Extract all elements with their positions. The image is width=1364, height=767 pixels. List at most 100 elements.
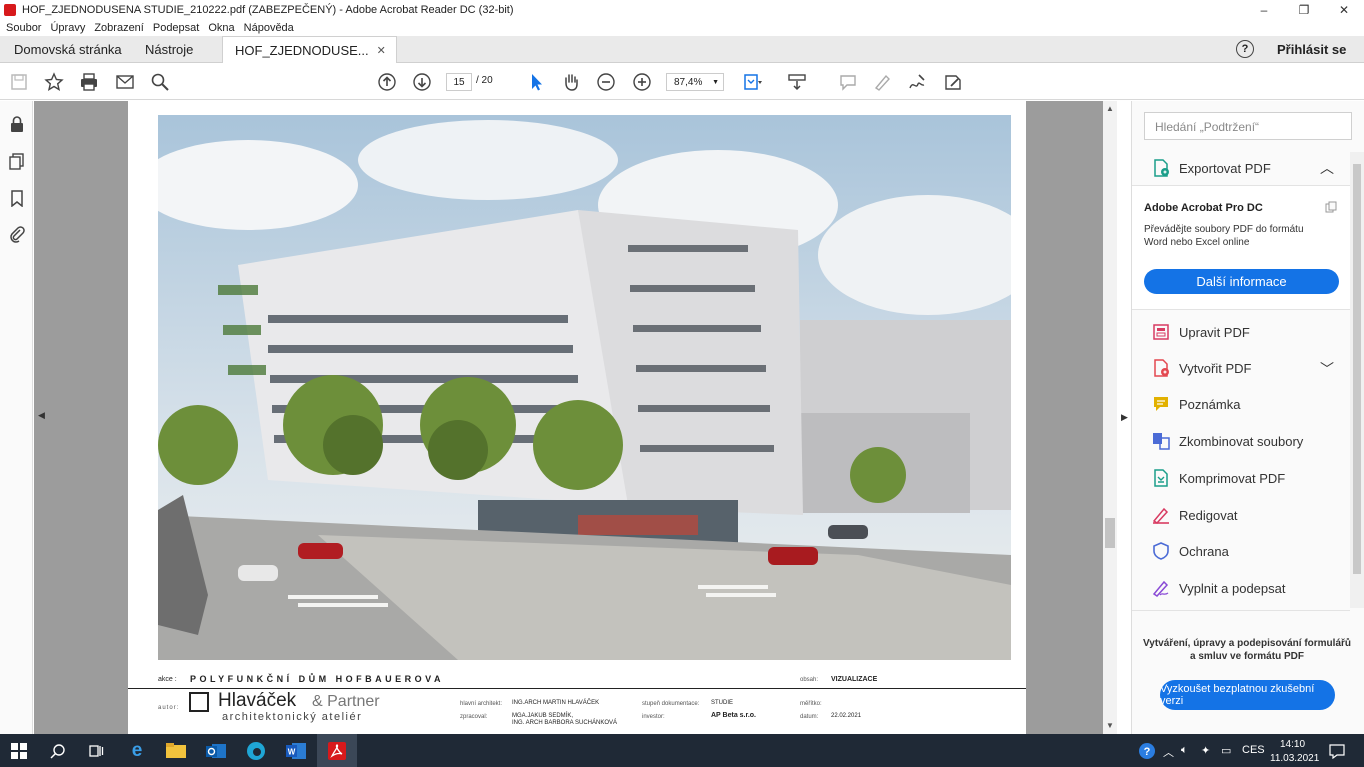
language-indicator[interactable]: CES bbox=[1242, 744, 1265, 756]
collapse-left-icon[interactable]: ◀ bbox=[38, 410, 45, 421]
menu-file[interactable]: Soubor bbox=[6, 22, 41, 34]
chevron-up-icon[interactable]: ︿ bbox=[1163, 744, 1174, 760]
clock-time[interactable]: 14:10 bbox=[1280, 739, 1305, 750]
network-icon[interactable]: ▭ bbox=[1221, 744, 1231, 757]
tools-pane-scrollbar-thumb[interactable] bbox=[1353, 164, 1361, 574]
tool-compress-pdf[interactable]: Komprimovat PDF bbox=[1151, 467, 1285, 489]
page-up-icon[interactable] bbox=[377, 72, 397, 92]
menu-help[interactable]: Nápověda bbox=[244, 22, 294, 34]
select-cursor-icon[interactable] bbox=[526, 72, 546, 92]
tool-create-pdf-label: Vytvořit PDF bbox=[1179, 360, 1252, 376]
scroll-mode-icon[interactable] bbox=[787, 72, 807, 92]
zoom-in-icon[interactable] bbox=[632, 72, 652, 92]
collapse-right-icon[interactable]: ▶ bbox=[1121, 412, 1128, 423]
comment-icon[interactable] bbox=[838, 72, 858, 92]
notifications-icon[interactable] bbox=[1326, 740, 1348, 762]
scroll-down-icon[interactable]: ▼ bbox=[1106, 721, 1114, 730]
window-title: HOF_ZJEDNODUSENA STUDIE_210222.pdf (ZABE… bbox=[22, 4, 514, 16]
print-icon[interactable] bbox=[79, 72, 99, 92]
task-view-icon[interactable] bbox=[85, 740, 107, 762]
login-button[interactable]: Přihlásit se bbox=[1277, 42, 1346, 57]
tools-pane-scrollbar[interactable] bbox=[1350, 152, 1364, 608]
export-pdf-icon bbox=[1151, 158, 1171, 178]
file-explorer-icon[interactable] bbox=[165, 740, 187, 762]
investor-label: investor: bbox=[642, 714, 665, 720]
obsah-label: obsah: bbox=[800, 677, 819, 683]
tool-compress-pdf-label: Komprimovat PDF bbox=[1179, 470, 1286, 486]
zoom-select[interactable]: 87,4% ▼ bbox=[666, 73, 724, 91]
pages-icon[interactable] bbox=[8, 152, 26, 170]
stupen-value: STUDIE bbox=[711, 700, 734, 706]
attachment-icon[interactable] bbox=[8, 225, 26, 243]
meritko-label: měřítko: bbox=[800, 701, 822, 707]
close-window-button[interactable]: ✕ bbox=[1324, 0, 1364, 20]
menu-sign[interactable]: Podepsat bbox=[153, 22, 199, 34]
tab-tools[interactable]: Nástroje bbox=[145, 36, 193, 63]
lock-icon[interactable] bbox=[8, 115, 26, 133]
more-info-button[interactable]: Další informace bbox=[1144, 269, 1339, 294]
comment-icon bbox=[1151, 394, 1171, 414]
sign-icon[interactable] bbox=[907, 72, 927, 92]
dropbox-icon[interactable]: ✦ bbox=[1201, 744, 1210, 757]
tool-edit-pdf[interactable]: Upravit PDF bbox=[1151, 321, 1250, 343]
menu-window[interactable]: Okna bbox=[208, 22, 234, 34]
outlook-icon[interactable] bbox=[205, 740, 227, 762]
tool-create-pdf[interactable]: Vytvořit PDF bbox=[1151, 357, 1251, 379]
acrobat-app-icon bbox=[4, 4, 16, 16]
tool-comment[interactable]: Poznámka bbox=[1151, 393, 1240, 415]
word-icon[interactable]: W bbox=[285, 740, 307, 762]
tool-redact[interactable]: Redigovat bbox=[1151, 504, 1238, 526]
windows-start-icon[interactable] bbox=[8, 740, 30, 762]
datum-value: 22.02.2021 bbox=[831, 713, 862, 719]
clock-date[interactable]: 11.03.2021 bbox=[1270, 753, 1319, 764]
minimize-button[interactable]: – bbox=[1244, 0, 1284, 20]
zoom-out-icon[interactable] bbox=[596, 72, 616, 92]
scroll-up-icon[interactable]: ▲ bbox=[1106, 104, 1114, 113]
chevron-down-icon[interactable]: ﹀ bbox=[1320, 359, 1334, 379]
internet-explorer-icon[interactable]: e bbox=[126, 740, 148, 762]
chevron-up-icon[interactable]: ︿ bbox=[1320, 158, 1334, 178]
tool-fill-sign[interactable]: Vyplnit a podepsat bbox=[1151, 577, 1285, 599]
bookmark-icon[interactable] bbox=[8, 189, 26, 208]
firm-name: Hlaváček bbox=[218, 690, 297, 711]
tab-home[interactable]: Domovská stránka bbox=[14, 36, 122, 63]
tab-tools-label: Nástroje bbox=[145, 42, 194, 57]
autor-label: autor: bbox=[158, 705, 180, 711]
tab-document[interactable]: HOF_ZJEDNODUSE... ✕ bbox=[222, 36, 397, 63]
page-down-icon[interactable] bbox=[412, 72, 432, 92]
scrollbar-thumb[interactable] bbox=[1105, 518, 1115, 548]
firm-partner: & Partner bbox=[312, 693, 380, 710]
export-pdf-header[interactable]: Exportovat PDF bbox=[1151, 157, 1271, 179]
menu-view[interactable]: Zobrazení bbox=[94, 22, 144, 34]
hand-icon[interactable] bbox=[561, 72, 581, 92]
page-total: / 20 bbox=[476, 75, 493, 86]
star-icon[interactable] bbox=[44, 72, 64, 92]
edge-icon[interactable] bbox=[245, 740, 267, 762]
help-tray-icon[interactable]: ? bbox=[1136, 740, 1158, 762]
chevron-down-icon: ▼ bbox=[712, 78, 719, 86]
redact-icon bbox=[1151, 505, 1171, 525]
promo-line-2: a smluv ve formátu PDF bbox=[1190, 651, 1304, 662]
tools-search-input[interactable]: Hledání „Podtržení“ bbox=[1144, 112, 1352, 140]
tool-protect[interactable]: Ochrana bbox=[1151, 540, 1229, 562]
fill-sign-icon[interactable] bbox=[943, 72, 963, 92]
tool-combine-files[interactable]: Zkombinovat soubory bbox=[1151, 430, 1303, 452]
highlight-icon[interactable] bbox=[872, 72, 892, 92]
datum-label: datum: bbox=[800, 714, 819, 720]
save-icon[interactable] bbox=[9, 72, 29, 92]
free-trial-button[interactable]: Vyzkoušet bezplatnou zkušební verzi bbox=[1160, 680, 1335, 710]
tab-close-icon[interactable]: ✕ bbox=[377, 44, 386, 57]
menu-edit[interactable]: Úpravy bbox=[50, 22, 85, 34]
page-number-input[interactable]: 15 bbox=[446, 73, 472, 91]
speaker-icon[interactable]: 🔈︎ bbox=[1181, 744, 1188, 757]
fit-page-icon[interactable] bbox=[742, 72, 762, 92]
acrobat-taskbar-icon[interactable] bbox=[317, 734, 357, 767]
search-icon[interactable] bbox=[47, 740, 69, 762]
help-icon[interactable]: ? bbox=[1236, 40, 1254, 58]
copy-icon[interactable] bbox=[1325, 200, 1337, 213]
document-scrollbar[interactable]: ▲ ▼ bbox=[1103, 101, 1117, 734]
search-icon[interactable] bbox=[150, 72, 170, 92]
mail-icon[interactable] bbox=[115, 72, 135, 92]
project-name: POLYFUNKČNÍ DŮM HOFBAUEROVA bbox=[190, 674, 445, 684]
restore-button[interactable]: ❐ bbox=[1284, 0, 1324, 20]
